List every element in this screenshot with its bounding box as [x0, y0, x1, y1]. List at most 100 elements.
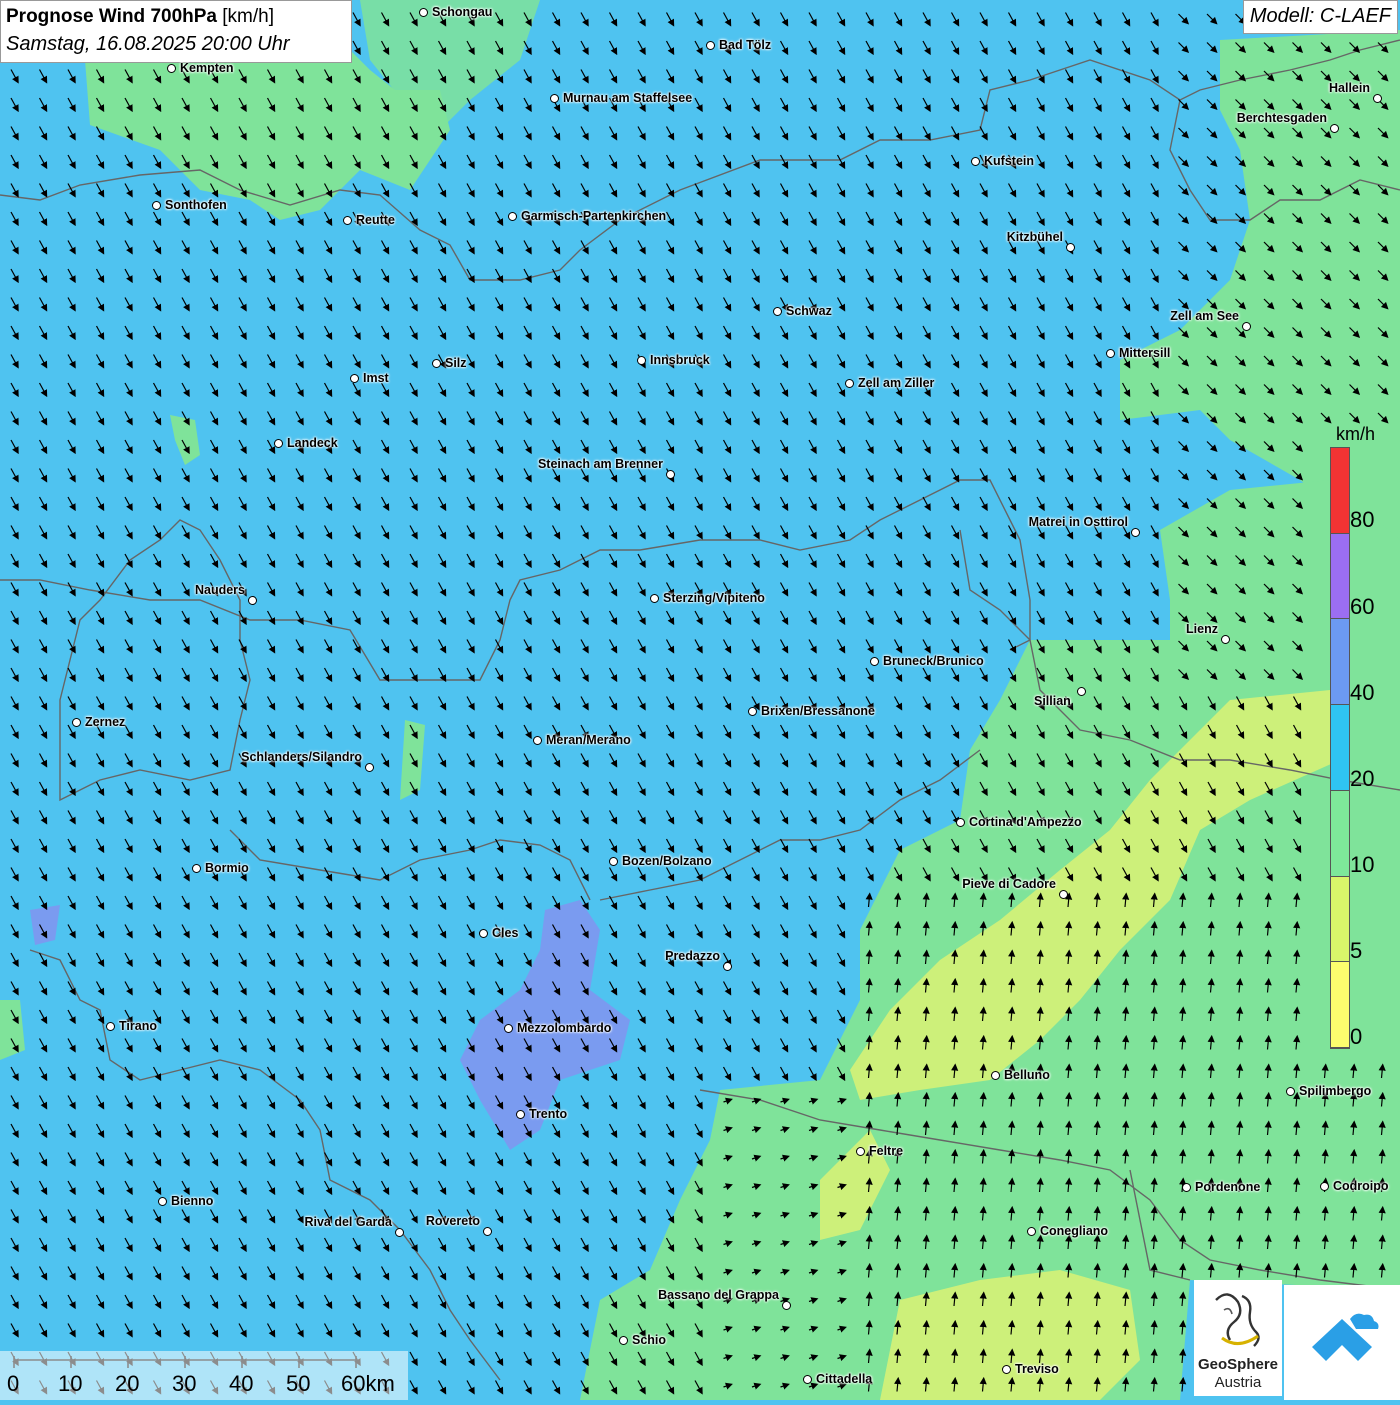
city-label: Predazzo	[665, 949, 720, 963]
city-label: Innsbruck	[650, 353, 710, 367]
scale-label-20: 20	[115, 1371, 140, 1396]
city-label: Silz	[445, 356, 467, 370]
geosphere-logo[interactable]: GeoSphere Austria	[1194, 1280, 1282, 1396]
city-label: Feltre	[869, 1144, 904, 1158]
city-dot	[723, 962, 732, 971]
legend-label-40: 40	[1350, 680, 1375, 705]
city-label: Rovereto	[425, 1214, 480, 1228]
city-label: Hallein	[1329, 81, 1370, 95]
geosphere-emblem-icon	[1215, 1293, 1260, 1347]
legend-unit: km/h	[1336, 424, 1376, 444]
city-dot	[343, 216, 352, 225]
city-label: Mittersill	[1119, 346, 1171, 360]
city-label: Sterzing/Vipiteno	[663, 591, 765, 605]
city-label: Sonthofen	[165, 198, 227, 212]
city-dot	[1373, 94, 1382, 103]
city-label: Sillian	[1034, 694, 1071, 708]
city-label: Zell am Ziller	[858, 376, 935, 390]
city-label: Treviso	[1015, 1362, 1059, 1376]
city-label: Murnau am Staffelsee	[563, 91, 693, 105]
city-dot	[432, 359, 441, 368]
city-label: Schlanders/Silandro	[241, 750, 362, 764]
city-dot	[274, 439, 283, 448]
city-dot	[650, 594, 659, 603]
city-dot	[395, 1228, 404, 1237]
map-subtitle: Samstag, 16.08.2025 20:00 Uhr	[6, 33, 290, 55]
city-label: Zernez	[85, 715, 126, 729]
city-label: Steinach am Brenner	[537, 457, 663, 471]
scale-label-10: 10	[58, 1371, 83, 1396]
city-dot	[508, 212, 517, 221]
city-label: Trento	[529, 1107, 568, 1121]
city-label: Pieve di Cadore	[962, 877, 1056, 891]
city-dot	[483, 1227, 492, 1236]
city-label: Pordenone	[1195, 1180, 1261, 1194]
city-dot	[550, 94, 559, 103]
city-dot	[971, 157, 980, 166]
title-box: Prognose Wind 700hPa [km/h] Samstag, 16.…	[0, 0, 352, 63]
legend-band-20	[1331, 705, 1349, 791]
city-dot	[152, 201, 161, 210]
city-dot	[1182, 1183, 1191, 1192]
city-label: Nauders	[194, 583, 245, 597]
city-label: Belluno	[1004, 1068, 1050, 1082]
city-label: Kitzbühel	[1006, 230, 1063, 244]
city-label: Mezzolombardo	[517, 1021, 612, 1035]
legend-label-5: 5	[1350, 938, 1363, 963]
city-dot	[1286, 1087, 1295, 1096]
city-label: Cles	[492, 926, 519, 940]
city-label: Bad Tölz	[719, 38, 772, 52]
city-dot	[419, 8, 428, 17]
city-dot	[479, 929, 488, 938]
city-dot	[637, 356, 646, 365]
legend-label-80: 80	[1350, 507, 1375, 532]
city-dot	[856, 1147, 865, 1156]
city-label: Schongau	[432, 5, 493, 19]
city-label: Imst	[363, 371, 389, 385]
city-dot	[870, 657, 879, 666]
city-label: Riva del Garda	[304, 1215, 392, 1229]
city-dot	[1242, 322, 1251, 331]
city-dot	[773, 307, 782, 316]
city-label: Tirano	[119, 1019, 157, 1033]
city-dot	[167, 64, 176, 73]
city-dot	[782, 1301, 791, 1310]
city-label: Cortina d'Ampezzo	[969, 815, 1082, 829]
city-label: Meran/Merano	[546, 733, 631, 747]
city-label: Reutte	[356, 213, 395, 227]
city-dot	[1077, 687, 1086, 696]
scale-label-50: 50	[286, 1371, 311, 1396]
city-dot	[706, 41, 715, 50]
city-dot	[516, 1110, 525, 1119]
city-dot	[609, 857, 618, 866]
map-title-bold: Prognose Wind 700hPa	[6, 6, 217, 27]
map-title: Prognose Wind 700hPa [km/h]	[6, 4, 346, 30]
city-label: Brixen/Bressanone	[761, 704, 875, 718]
city-dot	[1131, 528, 1140, 537]
scale-label-60: 60km	[341, 1371, 395, 1396]
geosphere-logo-text2: Austria	[1214, 1374, 1262, 1391]
weather-app-logo[interactable]	[1284, 1285, 1400, 1400]
city-label: Schwaz	[786, 304, 832, 318]
city-dot	[1059, 890, 1068, 899]
city-label: Lienz	[1186, 622, 1218, 636]
city-label: Codroipo	[1333, 1179, 1389, 1193]
legend-label-10: 10	[1350, 852, 1375, 877]
city-label: Matrei in Osttirol	[1028, 515, 1128, 529]
legend-band-5	[1331, 876, 1349, 963]
city-dot	[803, 1375, 812, 1384]
city-label: Schio	[632, 1333, 667, 1347]
city-label: Bassano del Grappa	[658, 1288, 779, 1302]
city-dot	[748, 707, 757, 716]
legend-band-80	[1331, 448, 1349, 534]
city-dot	[504, 1024, 513, 1033]
city-label: Bormio	[205, 861, 249, 875]
legend-band-40	[1331, 619, 1349, 706]
city-dot	[350, 374, 359, 383]
city-label: Garmisch-Partenkirchen	[521, 209, 667, 223]
legend-bar	[1330, 447, 1350, 1049]
legend-band-60	[1331, 533, 1349, 620]
city-dot	[72, 718, 81, 727]
geosphere-logo-text1: GeoSphere	[1197, 1356, 1279, 1373]
city-label: Bienno	[171, 1194, 214, 1208]
